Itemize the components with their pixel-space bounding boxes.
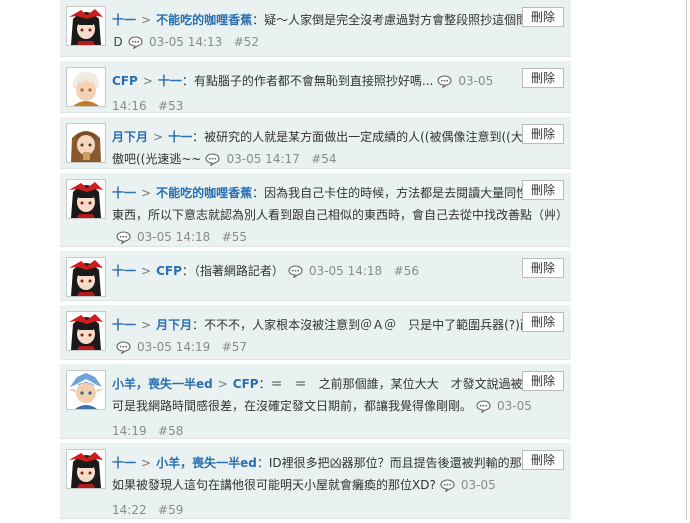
delete-button[interactable]: 刪除 — [522, 180, 564, 200]
delete-button[interactable]: 刪除 — [522, 312, 564, 332]
user-avatar[interactable] — [66, 179, 106, 219]
comment-item: 十一 > 小羊，喪失一半ed：ID裡很多把凶器那位？而且提告後還被判輸的那位XD? … — [60, 443, 571, 519]
delete-button[interactable]: 刪除 — [522, 7, 564, 27]
comment-floor-link[interactable]: #52 — [234, 35, 259, 49]
reply-arrow-icon: > — [141, 186, 152, 200]
reply-arrow-icon: > — [217, 377, 228, 391]
reply-arrow-icon: > — [141, 318, 152, 332]
user-avatar[interactable] — [66, 370, 106, 410]
comment-time: 03-05 14:18 — [308, 264, 383, 278]
reply-target[interactable]: 十一 — [168, 130, 192, 144]
reply-arrow-icon: > — [141, 264, 152, 278]
comment-author[interactable]: 十一 — [112, 456, 136, 470]
reply-target[interactable]: CFP — [156, 264, 182, 278]
comment-item: 十一 > 不能吃的咖哩香蕉：疑～人家倒是完全沒考慮過對方會整段照抄這個問題ＸＤ 03-… — [60, 0, 571, 57]
reply-target[interactable]: 月下月 — [156, 318, 192, 332]
comment-author[interactable]: 月下月 — [112, 130, 148, 144]
reply-bubble-icon[interactable] — [205, 151, 221, 173]
user-avatar[interactable] — [66, 257, 106, 297]
comment-list: 十一 > 不能吃的咖哩香蕉：疑～人家倒是完全沒考慮過對方會整段照抄這個問題ＸＤ 03-… — [60, 0, 571, 523]
user-avatar[interactable] — [66, 311, 106, 351]
comment-item: 月下月 > 十一：被研究的人就是某方面做出一定成績的人((被偶像注意到((大方的驕傲… — [60, 117, 571, 169]
comment-floor-link[interactable]: #54 — [311, 152, 336, 166]
comment-floor-link[interactable]: #58 — [158, 424, 183, 438]
comment-author[interactable]: 十一 — [112, 13, 136, 27]
user-avatar[interactable] — [66, 6, 106, 46]
reply-arrow-icon: > — [153, 130, 164, 144]
comment-time: 03-05 14:17 — [226, 152, 300, 166]
comment-floor-link[interactable]: #57 — [222, 340, 247, 354]
page-divider — [686, 0, 687, 520]
comment-time: 03-05 14:19 — [137, 340, 211, 354]
comment-item: 十一 > CFP：（指著網路記者） 03-05 14:18 #56 刪除 — [60, 251, 571, 301]
user-avatar[interactable] — [66, 123, 106, 163]
user-avatar[interactable] — [66, 67, 106, 107]
reply-target[interactable]: CFP — [233, 377, 259, 391]
reply-bubble-icon[interactable] — [288, 263, 303, 285]
reply-arrow-icon: > — [141, 456, 152, 470]
comment-floor-link[interactable]: #53 — [158, 99, 183, 113]
comment-author[interactable]: 十一 — [112, 186, 136, 200]
comment-author[interactable]: 十一 — [112, 264, 136, 278]
delete-button[interactable]: 刪除 — [522, 450, 564, 470]
comment-floor-link[interactable]: #59 — [158, 503, 183, 517]
comment-item: 小羊，喪失一半ed > CFP：＝ ＝ 之前那個誰，某位大大 才發文說過被照抄。 可… — [60, 364, 571, 439]
comment-item: CFP > 十一：有點腦子的作者都不會無恥到直接照抄好嗎... 03-05 14:16… — [60, 61, 571, 113]
comment-time: 03-05 14:13 — [149, 35, 223, 49]
reply-bubble-icon[interactable] — [116, 339, 131, 361]
reply-target[interactable]: 十一 — [158, 74, 182, 88]
reply-arrow-icon: > — [142, 74, 153, 88]
reply-bubble-icon[interactable] — [128, 34, 143, 56]
reply-arrow-icon: > — [141, 13, 152, 27]
reply-target[interactable]: 小羊，喪失一半ed — [156, 456, 257, 470]
delete-button[interactable]: 刪除 — [522, 124, 564, 144]
user-avatar[interactable] — [66, 449, 106, 489]
reply-target[interactable]: 不能吃的咖哩香蕉 — [156, 13, 252, 27]
comment-floor-link[interactable]: #56 — [394, 264, 419, 278]
comment-text: 不不不，人家根本沒被注意到＠Ａ＠ 只是中了範圍兵器(?)而已 — [204, 318, 544, 332]
delete-button[interactable]: 刪除 — [522, 371, 564, 391]
comment-author[interactable]: 小羊，喪失一半ed — [112, 377, 213, 391]
comment-author[interactable]: CFP — [112, 74, 138, 88]
comment-time: 03-05 14:18 — [137, 230, 211, 244]
comment-text: 有點腦子的作者都不會無恥到直接照抄好嗎... — [193, 74, 434, 88]
reply-bubble-icon[interactable] — [116, 229, 131, 251]
reply-bubble-icon[interactable] — [476, 398, 491, 420]
delete-button[interactable]: 刪除 — [522, 68, 564, 88]
reply-target[interactable]: 不能吃的咖哩香蕉 — [156, 186, 252, 200]
reply-bubble-icon[interactable] — [440, 477, 455, 499]
comment-item: 十一 > 月下月：不不不，人家根本沒被注意到＠Ａ＠ 只是中了範圍兵器(?)而已03-… — [60, 305, 571, 360]
comment-item: 十一 > 不能吃的咖哩香蕉：因為我自己卡住的時候，方法都是去閱讀大量同性質的東西，所… — [60, 173, 571, 247]
delete-button[interactable]: 刪除 — [522, 258, 564, 278]
comment-author[interactable]: 十一 — [112, 318, 136, 332]
reply-bubble-icon[interactable] — [437, 73, 452, 95]
comment-text: （指著網路記者） — [193, 264, 284, 278]
comment-floor-link[interactable]: #55 — [222, 230, 247, 244]
